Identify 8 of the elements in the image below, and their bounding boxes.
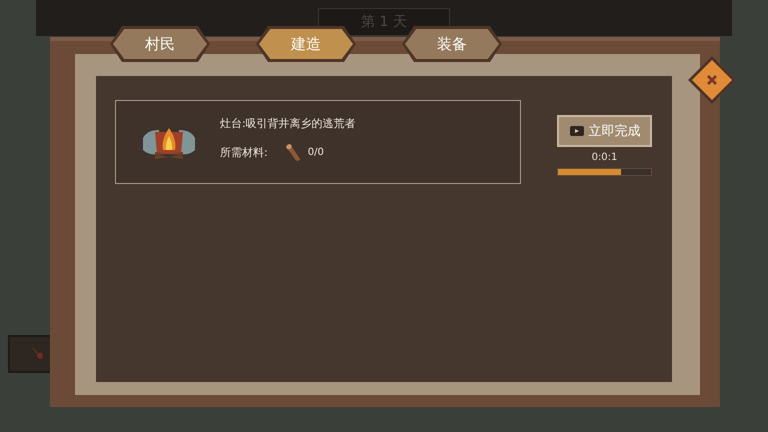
materials-label: 所需材料: [220, 145, 268, 160]
video-icon [568, 125, 584, 137]
drumstick-icon [30, 346, 46, 362]
material-count: 0/0 [308, 147, 324, 158]
build-title: 灶台:吸引背井离乡的逃荒者 [220, 116, 356, 130]
finish-now-button[interactable]: 立即完成 [557, 115, 652, 147]
timer-text: 0:0:1 [592, 152, 618, 163]
wood-log-icon [284, 142, 302, 162]
